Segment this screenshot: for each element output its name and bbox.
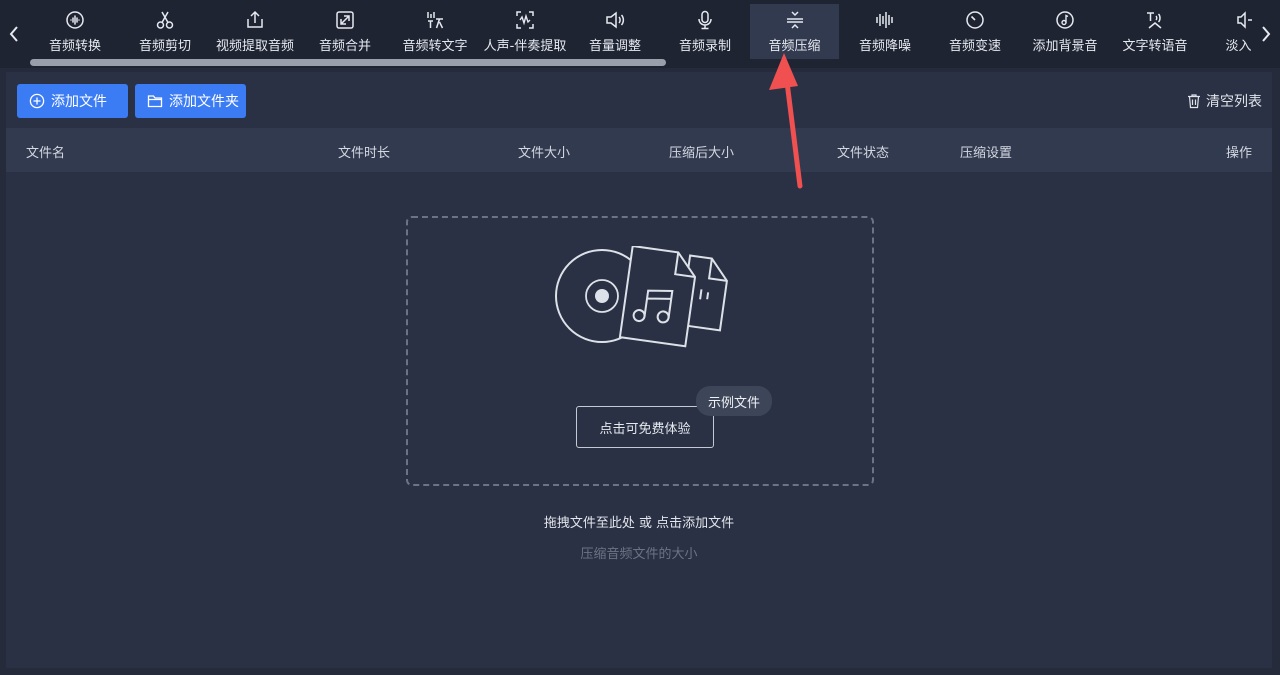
tool-label: 音频降噪 <box>858 39 911 54</box>
tool-list: 音频转换 音频剪切 视频提取音频 音频合并 音频转文字 人声-伴奏提取 音量调整… <box>30 0 1252 60</box>
table-header: 文件名 文件时长 文件大小 压缩后大小 文件状态 压缩设置 操作 <box>6 128 1272 172</box>
microphone-icon <box>695 10 715 30</box>
merge-icon <box>335 10 355 30</box>
toolbar-scrollbar[interactable] <box>30 59 666 66</box>
column-duration: 文件时长 <box>338 146 391 161</box>
column-compress-settings: 压缩设置 <box>960 146 1013 161</box>
tool-audio-compress[interactable]: 音频压缩 <box>750 4 839 59</box>
file-panel: 添加文件 添加文件夹 清空列表 文件名 文件时长 文件大小 压缩后大小 文件状态… <box>6 72 1272 668</box>
tool-audio-merge[interactable]: 音频合并 <box>300 4 390 60</box>
export-icon <box>245 10 265 30</box>
fade-icon <box>1235 10 1252 30</box>
column-actions: 操作 <box>1226 146 1253 161</box>
column-status: 文件状态 <box>837 146 890 161</box>
tool-audio-speed[interactable]: 音频变速 <box>930 4 1020 60</box>
add-folder-button[interactable]: 添加文件夹 <box>135 84 246 118</box>
scroll-left-arrow-icon[interactable] <box>4 22 24 46</box>
trash-icon <box>1186 93 1202 109</box>
tool-label: 音频剪切 <box>138 39 191 54</box>
speed-icon <box>965 10 985 30</box>
tool-volume-adjust[interactable]: 音量调整 <box>570 4 660 60</box>
clear-list-button[interactable]: 清空列表 <box>1186 91 1262 111</box>
tool-fade[interactable]: 淡入淡 <box>1200 4 1252 60</box>
plus-circle-icon <box>29 93 45 109</box>
tool-label: 音量调整 <box>588 39 641 54</box>
column-size: 文件大小 <box>518 146 571 161</box>
tool-label: 音频变速 <box>948 39 1001 54</box>
column-filename: 文件名 <box>26 146 66 161</box>
tool-label: 音频转换 <box>48 39 101 54</box>
tool-text-to-speech[interactable]: 文字转语音 <box>1110 4 1200 60</box>
denoise-icon <box>875 10 895 30</box>
clear-list-label: 清空列表 <box>1206 94 1262 110</box>
vocal-extract-icon <box>515 10 535 30</box>
add-folder-label: 添加文件夹 <box>169 94 239 110</box>
tool-label: 音频录制 <box>678 39 731 54</box>
tool-label: 音频转文字 <box>402 39 468 54</box>
tool-audio-convert[interactable]: 音频转换 <box>30 4 120 60</box>
column-compressed-size: 压缩后大小 <box>669 146 735 161</box>
tool-label: 音频压缩 <box>768 39 821 54</box>
speech-to-text-icon <box>425 10 445 30</box>
compress-icon <box>785 10 805 30</box>
tool-audio-record[interactable]: 音频录制 <box>660 4 750 60</box>
add-file-label: 添加文件 <box>51 94 107 110</box>
text-to-speech-icon <box>1145 10 1165 30</box>
tool-label: 添加背景音 <box>1032 39 1098 54</box>
tool-vocal-extract[interactable]: 人声-伴奏提取 <box>480 4 570 60</box>
scissors-icon <box>155 10 175 30</box>
tool-label: 文字转语音 <box>1122 39 1188 54</box>
tool-label: 视频提取音频 <box>215 39 294 54</box>
free-trial-button[interactable]: 点击可免费体验 <box>576 406 714 448</box>
audio-convert-icon <box>65 10 85 30</box>
sample-file-tag[interactable]: 示例文件 <box>696 386 772 416</box>
drop-zone[interactable]: 点击可免费体验 示例文件 <box>406 216 874 486</box>
volume-icon <box>605 10 625 30</box>
scroll-right-arrow-icon[interactable] <box>1256 22 1276 46</box>
add-file-button[interactable]: 添加文件 <box>17 84 128 118</box>
tool-add-bgm[interactable]: 添加背景音 <box>1020 4 1110 60</box>
tool-video-extract-audio[interactable]: 视频提取音频 <box>210 4 300 60</box>
music-note-icon <box>1055 10 1075 30</box>
tool-label: 淡入淡 <box>1225 39 1252 54</box>
tool-label: 人声-伴奏提取 <box>483 39 567 54</box>
tool-audio-cut[interactable]: 音频剪切 <box>120 4 210 60</box>
folder-icon <box>147 93 163 109</box>
tool-label: 音频合并 <box>318 39 371 54</box>
drop-hint: 拖拽文件至此处 或 点击添加文件 <box>543 516 735 531</box>
audio-files-illustration <box>555 246 728 348</box>
tool-bar: 音频转换 音频剪切 视频提取音频 音频合并 音频转文字 人声-伴奏提取 音量调整… <box>0 0 1280 68</box>
tool-audio-to-text[interactable]: 音频转文字 <box>390 4 480 60</box>
tool-audio-denoise[interactable]: 音频降噪 <box>840 4 930 60</box>
feature-description: 压缩音频文件的大小 <box>580 547 698 562</box>
